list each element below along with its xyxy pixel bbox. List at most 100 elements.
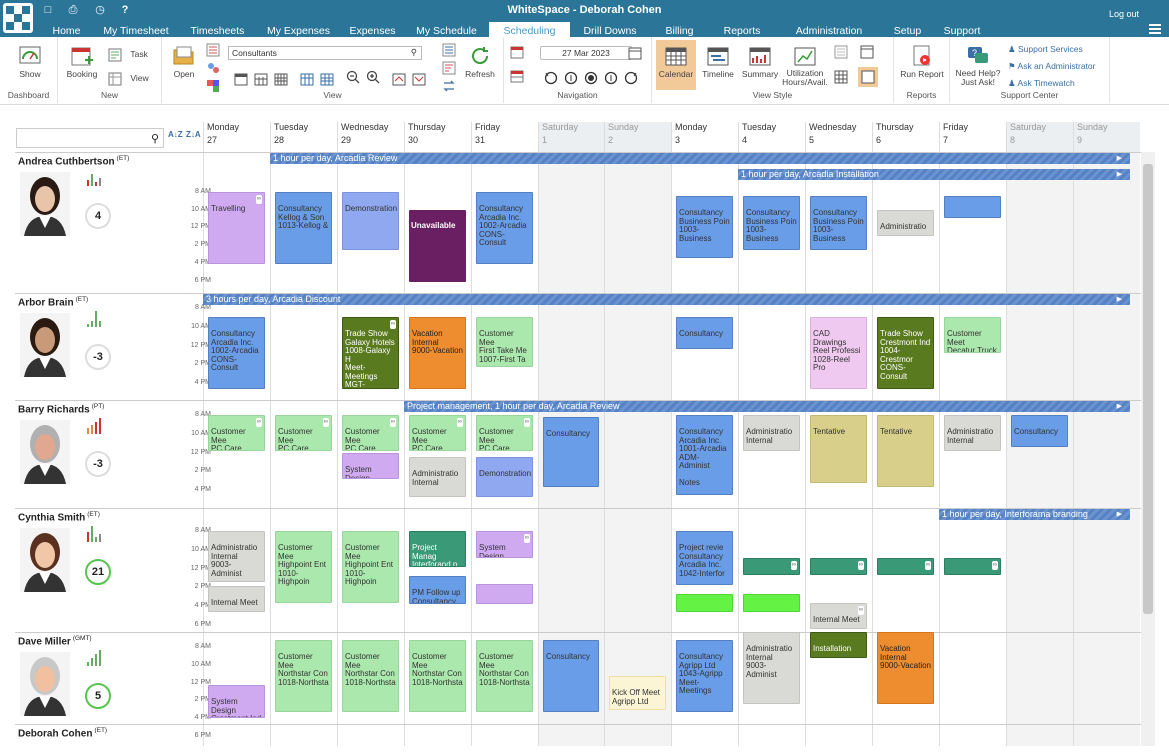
resource-avatar[interactable] xyxy=(20,528,70,592)
booking-event[interactable]: Customer Mee PC Care Assoc ∞ xyxy=(476,415,533,451)
booking-event[interactable]: Consultancy Kellog & Son 1013-Kellog & xyxy=(275,192,332,264)
timeline-style-button[interactable]: Timeline xyxy=(700,45,736,79)
booking-event[interactable]: Vacation Internal 9000-Vacation xyxy=(409,317,466,389)
booking-event[interactable]: Installation xyxy=(810,632,867,658)
booking-event[interactable]: Consultancy xyxy=(1011,415,1068,447)
support-services-link[interactable]: ♟ Support Services xyxy=(1008,44,1108,55)
layout-panel-icon[interactable] xyxy=(858,67,878,87)
hamburger-menu-icon[interactable] xyxy=(1149,24,1161,34)
today-icon[interactable] xyxy=(584,71,598,85)
view-search-input[interactable]: Consultants ⚲ xyxy=(228,46,422,60)
resource-avatar[interactable] xyxy=(20,313,70,377)
booking-event[interactable]: Customer Mee PC Care Assoc ∞ xyxy=(275,415,332,451)
booking-event[interactable]: CAD Drawings Reel Professi 1028-Reel Pro xyxy=(810,317,867,389)
group-icon[interactable] xyxy=(206,61,220,75)
new-task-button[interactable]: Task xyxy=(108,48,158,62)
ask-timewatch-link[interactable]: ♟ Ask Timewatch xyxy=(1008,78,1108,89)
booking-event[interactable]: Administratio Internal xyxy=(743,415,800,451)
summary-style-button[interactable]: Summary xyxy=(740,45,780,79)
booking-event[interactable]: Consultancy xyxy=(676,317,733,349)
booking-event[interactable]: Consultancy Business Poin 1003-Business xyxy=(743,196,800,250)
booking-event[interactable]: ∞ xyxy=(944,558,1001,575)
booking-event[interactable]: Demonstration xyxy=(476,457,533,497)
booking-event[interactable]: Administratio Internal 9003-Administ xyxy=(743,632,800,704)
menu-item-drill-downs[interactable]: Drill Downs xyxy=(570,22,650,37)
booking-event[interactable] xyxy=(743,594,800,612)
menu-item-expenses[interactable]: Expenses xyxy=(341,22,404,37)
zoom-in-icon[interactable] xyxy=(366,70,380,84)
booking-event[interactable]: Customer Mee Northstar Con 1018-Northsta xyxy=(409,640,466,712)
menu-item-reports[interactable]: Reports xyxy=(709,22,775,37)
calendar-grid-icon[interactable] xyxy=(510,69,524,83)
booking-event[interactable]: ∞ xyxy=(810,558,867,575)
forward-day-icon[interactable] xyxy=(604,71,618,85)
resource-name[interactable]: Dave Miller (GMT) xyxy=(18,635,92,647)
recurring-task-banner[interactable]: 3 hours per day, Arcadia Discount xyxy=(203,294,1130,305)
booking-event[interactable]: Consultancy Arcadia Inc. 1002-Arcadia CO… xyxy=(208,317,265,389)
resource-avatar[interactable] xyxy=(20,172,70,236)
booking-event[interactable]: Project revie Consultancy Arcadia Inc. 1… xyxy=(676,531,733,585)
filter-icon[interactable] xyxy=(206,43,220,57)
booking-event[interactable]: Vacation Internal 9000-Vacation xyxy=(877,632,934,704)
date-picker-icon[interactable] xyxy=(628,46,642,60)
booking-event[interactable]: Customer Mee PC Care Assoc ∞ xyxy=(342,415,399,451)
menu-item-administration[interactable]: Administration xyxy=(775,22,883,37)
navigation-date-input[interactable]: 27 Mar 2023 xyxy=(540,46,632,60)
back-day-icon[interactable] xyxy=(564,71,578,85)
logout-link[interactable]: Log out xyxy=(1109,9,1139,19)
booking-event[interactable]: Customer Mee Northstar Con 1018-Northsta xyxy=(342,640,399,712)
recurring-task-banner[interactable]: 1 hour per day, Interforama branding xyxy=(939,509,1130,520)
booking-event[interactable]: Tentative xyxy=(877,415,934,487)
refresh-button[interactable]: Refresh xyxy=(462,45,498,79)
scrollbar-thumb[interactable] xyxy=(1143,164,1153,614)
booking-event[interactable]: ∞ xyxy=(743,558,800,575)
booking-event[interactable]: Kick Off Meet Agripp Ltd xyxy=(609,676,666,710)
resource-name[interactable]: Cynthia Smith (ET) xyxy=(18,511,100,523)
resource-name[interactable]: Andrea Cuthbertson (ET) xyxy=(18,155,129,167)
day-view-icon[interactable] xyxy=(234,72,248,86)
new-view-button[interactable]: View xyxy=(108,72,158,86)
booking-event[interactable]: Consultancy Business Poin 1003-Business xyxy=(810,196,867,250)
booking-event[interactable]: Administratio Internal xyxy=(409,457,466,497)
menu-item-timesheets[interactable]: Timesheets xyxy=(179,22,256,37)
booking-event[interactable]: PM Follow up Consultancy xyxy=(409,576,466,604)
booking-event[interactable]: Customer Mee Highpoint Ent 1010-Highpoin xyxy=(275,531,332,603)
zoom-out-icon[interactable] xyxy=(346,70,360,84)
calendar-style-button[interactable]: Calendar xyxy=(656,40,696,90)
resource-name[interactable]: Barry Richards (PT) xyxy=(18,403,104,415)
booking-event[interactable]: Administratio Internal 9003-Administ xyxy=(208,531,265,582)
booking-event[interactable]: Customer Mee Northstar Con 1018-Northsta xyxy=(275,640,332,712)
resource-avatar[interactable] xyxy=(20,420,70,484)
booking-event[interactable]: ∞ xyxy=(877,558,934,575)
expand-days-icon[interactable] xyxy=(392,72,406,86)
booking-event[interactable]: System Design Crestmont Ind xyxy=(208,685,265,718)
need-help-button[interactable]: ? Need Help? Just Ask! xyxy=(954,45,1002,87)
sort-list-icon[interactable] xyxy=(442,61,456,75)
forward-week-icon[interactable] xyxy=(624,71,638,85)
settings-list-icon[interactable] xyxy=(442,43,456,57)
menu-item-setup[interactable]: Setup xyxy=(883,22,932,37)
menu-item-billing[interactable]: Billing xyxy=(650,22,709,37)
booking-event[interactable]: Trade Show Crestmont Ind 1004-Crestmor C… xyxy=(877,317,934,389)
calendar-picker-icon[interactable] xyxy=(510,45,524,59)
menu-item-home[interactable]: Home xyxy=(40,22,93,37)
menu-item-my-timesheet[interactable]: My Timesheet xyxy=(93,22,179,37)
utilization-style-button[interactable]: Utilization Hours/Avail. xyxy=(782,45,828,87)
booking-event[interactable]: Travelling ∞ xyxy=(208,192,265,264)
booking-event[interactable]: Tentative xyxy=(810,415,867,483)
booking-event[interactable]: Consultancy xyxy=(543,640,599,712)
booking-event[interactable]: System Design xyxy=(342,453,399,479)
booking-event[interactable]: Unavailable xyxy=(409,210,466,282)
layout-single-icon[interactable] xyxy=(860,45,874,59)
booking-event[interactable]: Demonstration xyxy=(342,192,399,250)
booking-event[interactable]: Customer Mee PC Care Assoc ∞ xyxy=(409,415,466,451)
booking-event[interactable]: Customer Mee First Take Me 1007-First Ta xyxy=(476,317,533,367)
ask-admin-link[interactable]: ⚑ Ask an Administrator xyxy=(1008,61,1108,72)
menu-item-my-expenses[interactable]: My Expenses xyxy=(256,22,341,37)
booking-event[interactable] xyxy=(476,584,533,604)
menu-item-support[interactable]: Support xyxy=(932,22,992,37)
booking-event[interactable]: Consultancy xyxy=(543,417,599,487)
booking-event[interactable]: Project Manag Interforand p xyxy=(409,531,466,567)
booking-event[interactable]: Administratio xyxy=(877,210,934,236)
booking-event[interactable]: Customer Mee PC Care Assoc ∞ xyxy=(208,415,265,451)
